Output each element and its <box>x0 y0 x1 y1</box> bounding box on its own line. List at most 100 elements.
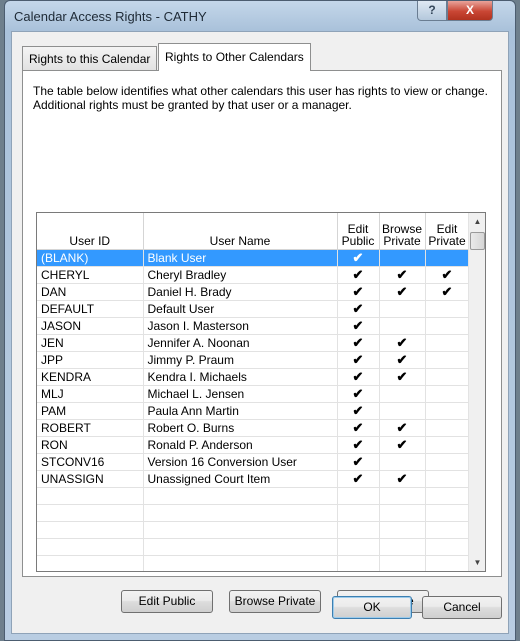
cancel-button[interactable]: Cancel <box>422 596 502 619</box>
column-header-user-name[interactable]: User Name <box>143 213 338 250</box>
user-name-cell: Jennifer A. Noonan <box>143 334 338 352</box>
browse-private-cell: ✔ <box>379 266 426 284</box>
user-id-cell: JEN <box>37 334 144 352</box>
empty-cell <box>143 504 338 522</box>
browse-private-cell: ✔ <box>379 351 426 369</box>
edit-public-cell: ✔ <box>337 249 380 267</box>
browse-private-cell: ✔ <box>379 334 426 352</box>
empty-row <box>37 538 470 556</box>
empty-cell <box>143 521 338 539</box>
ok-button[interactable]: OK <box>332 596 412 619</box>
dialog-window: Calendar Access Rights - CATHY ? X Right… <box>4 0 516 641</box>
edit-private-cell <box>425 300 470 318</box>
edit-private-cell <box>425 436 470 454</box>
table-row[interactable]: DEFAULT Default User ✔ <box>37 300 470 318</box>
edit-private-cell <box>425 334 470 352</box>
edit-public-cell: ✔ <box>337 283 380 301</box>
table-row[interactable]: PAM Paula Ann Martin ✔ <box>37 402 470 420</box>
close-button[interactable]: X <box>447 1 493 21</box>
edit-private-cell <box>425 368 470 386</box>
table-header-row: User ID User Name Edit Public Browse Pri… <box>37 213 470 250</box>
browse-private-button[interactable]: Browse Private <box>229 590 321 613</box>
user-id-cell: JASON <box>37 317 144 335</box>
empty-cell <box>379 555 426 571</box>
column-header-user-id[interactable]: User ID <box>37 213 144 250</box>
edit-private-cell: ✔ <box>425 266 470 284</box>
vertical-scrollbar[interactable]: ▲ ▼ <box>468 213 485 571</box>
table-row[interactable]: MLJ Michael L. Jensen ✔ <box>37 385 470 403</box>
user-name-cell: Michael L. Jensen <box>143 385 338 403</box>
empty-cell <box>37 555 144 571</box>
scrollbar-thumb[interactable] <box>470 232 485 250</box>
description-text: The table below identifies what other ca… <box>33 84 488 112</box>
edit-private-cell <box>425 385 470 403</box>
empty-row <box>37 487 470 505</box>
user-name-cell: Ronald P. Anderson <box>143 436 338 454</box>
empty-cell <box>337 504 380 522</box>
empty-cell <box>425 504 470 522</box>
empty-cell <box>143 487 338 505</box>
empty-cell <box>143 555 338 571</box>
user-name-cell: Robert O. Burns <box>143 419 338 437</box>
empty-cell <box>379 521 426 539</box>
browse-private-cell <box>379 249 426 267</box>
table-row[interactable]: STCONV16 Version 16 Conversion User ✔ <box>37 453 470 471</box>
tab-rights-to-other-calendars[interactable]: Rights to Other Calendars <box>158 43 311 71</box>
user-name-cell: Blank User <box>143 249 338 267</box>
empty-cell <box>143 538 338 556</box>
user-name-cell: Kendra I. Michaels <box>143 368 338 386</box>
empty-cell <box>425 487 470 505</box>
empty-cell <box>37 504 144 522</box>
user-id-cell: DAN <box>37 283 144 301</box>
user-id-cell: MLJ <box>37 385 144 403</box>
edit-private-cell <box>425 351 470 369</box>
tab-panel: The table below identifies what other ca… <box>22 70 502 613</box>
user-name-cell: Jason I. Masterson <box>143 317 338 335</box>
user-name-cell: Default User <box>143 300 338 318</box>
user-name-cell: Jimmy P. Praum <box>143 351 338 369</box>
column-header-edit-private[interactable]: Edit Private <box>425 213 470 250</box>
edit-private-cell <box>425 470 470 488</box>
empty-cell <box>379 504 426 522</box>
edit-public-button[interactable]: Edit Public <box>121 590 213 613</box>
browse-private-cell <box>379 453 426 471</box>
tab-rights-to-this-calendar[interactable]: Rights to this Calendar <box>22 46 158 70</box>
table-row[interactable]: JASON Jason I. Masterson ✔ <box>37 317 470 335</box>
edit-private-cell <box>425 419 470 437</box>
table-row[interactable]: KENDRA Kendra I. Michaels ✔ ✔ <box>37 368 470 386</box>
column-header-browse-private[interactable]: Browse Private <box>379 213 426 250</box>
table-row[interactable]: ROBERT Robert O. Burns ✔ ✔ <box>37 419 470 437</box>
table-row[interactable]: CHERYL Cheryl Bradley ✔ ✔ ✔ <box>37 266 470 284</box>
browse-private-cell <box>379 317 426 335</box>
user-name-cell: Version 16 Conversion User <box>143 453 338 471</box>
scroll-up-arrow-icon[interactable]: ▲ <box>469 213 485 230</box>
table-row[interactable]: (BLANK) Blank User ✔ <box>37 249 470 267</box>
scroll-down-arrow-icon[interactable]: ▼ <box>469 554 485 571</box>
user-id-cell: (BLANK) <box>37 249 144 267</box>
user-id-cell: DEFAULT <box>37 300 144 318</box>
browse-private-cell: ✔ <box>379 368 426 386</box>
user-id-cell: UNASSIGN <box>37 470 144 488</box>
empty-cell <box>337 487 380 505</box>
edit-private-cell <box>425 453 470 471</box>
user-id-cell: RON <box>37 436 144 454</box>
table-row[interactable]: UNASSIGN Unassigned Court Item ✔ ✔ <box>37 470 470 488</box>
browse-private-cell <box>379 402 426 420</box>
table-row[interactable]: DAN Daniel H. Brady ✔ ✔ ✔ <box>37 283 470 301</box>
title-bar[interactable]: Calendar Access Rights - CATHY ? X <box>5 1 515 31</box>
table-row[interactable]: JPP Jimmy P. Praum ✔ ✔ <box>37 351 470 369</box>
column-header-edit-public[interactable]: Edit Public <box>337 213 380 250</box>
edit-private-cell <box>425 249 470 267</box>
window-title: Calendar Access Rights - CATHY <box>14 9 207 24</box>
table-row[interactable]: RON Ronald P. Anderson ✔ ✔ <box>37 436 470 454</box>
empty-cell <box>425 521 470 539</box>
help-button[interactable]: ? <box>417 1 447 21</box>
empty-cell <box>425 555 470 571</box>
user-id-cell: ROBERT <box>37 419 144 437</box>
user-id-cell: PAM <box>37 402 144 420</box>
user-id-cell: KENDRA <box>37 368 144 386</box>
edit-public-cell: ✔ <box>337 368 380 386</box>
edit-public-cell: ✔ <box>337 351 380 369</box>
table-row[interactable]: JEN Jennifer A. Noonan ✔ ✔ <box>37 334 470 352</box>
empty-cell <box>379 538 426 556</box>
